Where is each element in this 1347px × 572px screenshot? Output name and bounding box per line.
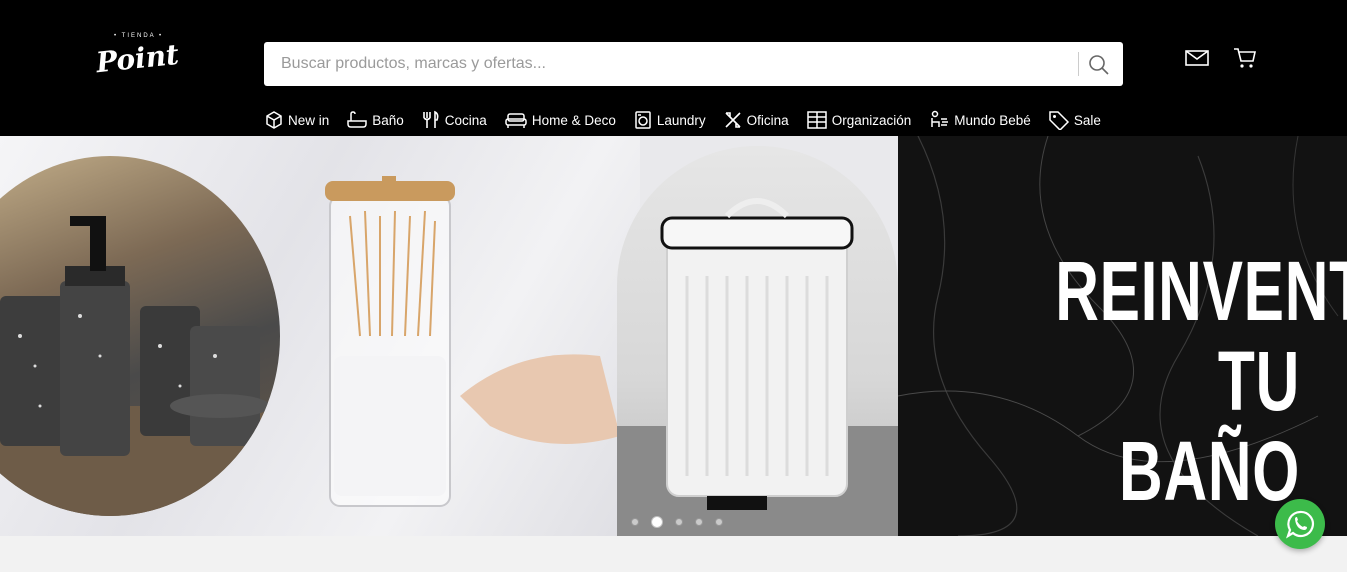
baby-icon [931, 110, 949, 127]
cotton-swab-jar-illustration [325, 176, 620, 507]
bathtub-icon [347, 111, 368, 128]
headline-line-1: REINVENTÁ [1055, 244, 1347, 338]
tools-icon [725, 112, 741, 128]
nav-label: Laundry [656, 112, 706, 128]
search-button[interactable] [1086, 52, 1112, 78]
carousel-dot[interactable] [695, 518, 703, 526]
search-divider [1078, 52, 1079, 76]
nav-item-mundo-bebe[interactable]: Mundo Bebé [928, 110, 1031, 130]
content-area [0, 536, 1347, 572]
nav-label: Sale [1073, 112, 1101, 128]
site-header: • TIENDA • Point New in Baño Cocina Home… [0, 0, 1347, 136]
logo-wordmark: Point [94, 37, 181, 80]
headline-line-2: TU BAÑO [1119, 334, 1300, 518]
nav-item-organizacion[interactable]: Organización [806, 110, 912, 130]
hero-banner[interactable]: REINVENTÁ TU BAÑO [0, 136, 1347, 536]
whatsapp-icon [1286, 510, 1314, 539]
nav-label: New in [288, 112, 330, 128]
nav-item-cocina[interactable]: Cocina [421, 110, 487, 130]
nav-label: Home & Deco [531, 112, 616, 128]
nav-item-oficina[interactable]: Oficina [723, 110, 789, 130]
nav-item-bano[interactable]: Baño [346, 110, 404, 130]
pedal-bin-illustration [617, 198, 898, 536]
whatsapp-button[interactable] [1275, 499, 1325, 549]
mail-icon [1185, 50, 1209, 66]
carousel-dot-active[interactable] [651, 516, 663, 528]
nav-item-new-in[interactable]: New in [264, 110, 329, 130]
carousel-dot[interactable] [631, 518, 639, 526]
nav-item-laundry[interactable]: Laundry [633, 110, 706, 130]
carousel-dot[interactable] [715, 518, 723, 526]
nav-label: Mundo Bebé [954, 112, 1031, 128]
shelf-icon [806, 111, 827, 129]
carousel-pagination [631, 516, 735, 528]
search-bar [264, 42, 1123, 86]
nav-label: Cocina [444, 112, 487, 128]
nav-label: Baño [372, 112, 404, 128]
trash-can-photo [617, 146, 898, 536]
search-icon [1089, 55, 1109, 75]
cart-button[interactable] [1232, 46, 1258, 70]
mail-button[interactable] [1184, 46, 1210, 70]
logo-tagline: • TIENDA • [114, 33, 164, 39]
hero-headline: REINVENTÁ TU BAÑO [960, 244, 1347, 518]
category-nav: New in Baño Cocina Home & Deco Laundry O… [264, 106, 1118, 134]
washing-machine-icon [635, 111, 651, 129]
carousel-dot[interactable] [675, 518, 683, 526]
nav-item-home-deco[interactable]: Home & Deco [504, 110, 616, 130]
nav-label: Oficina [746, 112, 789, 128]
search-input[interactable] [264, 42, 1074, 86]
utensils-icon [422, 110, 439, 128]
sofa-icon [505, 113, 527, 128]
cart-icon [1234, 48, 1256, 68]
box-icon [266, 111, 282, 129]
nav-label: Organización [831, 112, 912, 128]
tag-icon [1049, 111, 1069, 130]
tienda-point-logo[interactable]: • TIENDA • Point [92, 30, 182, 80]
nav-item-sale[interactable]: Sale [1048, 110, 1101, 130]
